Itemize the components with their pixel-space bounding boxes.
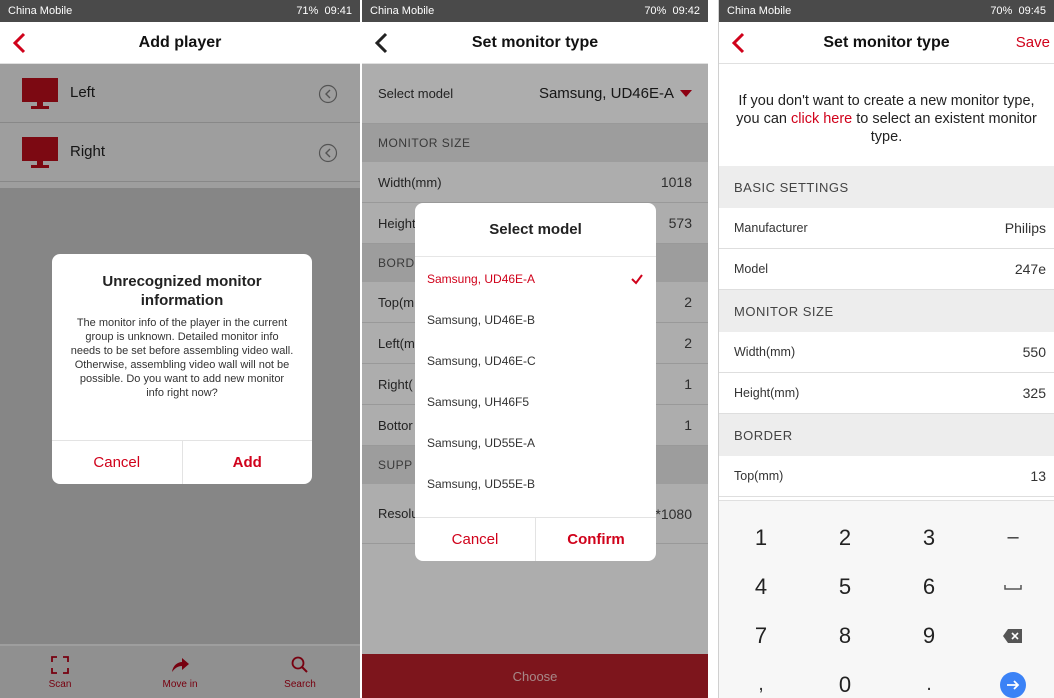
model-field[interactable]: 247e — [1015, 261, 1046, 277]
checkmark-icon — [631, 273, 643, 285]
page-title: Add player — [138, 33, 222, 51]
key-5[interactable]: 5 — [803, 562, 887, 611]
set-monitor-type-screen-select: China Mobile 70% 09:42 Set monitor type … — [362, 0, 708, 698]
back-button[interactable] — [6, 30, 32, 56]
monitor-settings-form: BASIC SETTINGS Manufacturer Philips Model… — [719, 166, 1054, 497]
width-field[interactable]: 550 — [1023, 344, 1046, 360]
carrier-label: China Mobile — [370, 5, 435, 17]
key-dot[interactable]: . — [887, 660, 971, 698]
dialog-title: Select model — [415, 203, 656, 257]
key-1[interactable]: 1 — [719, 513, 803, 562]
section-header: BASIC SETTINGS — [719, 166, 1054, 208]
row-label: Height(mm) — [734, 386, 800, 400]
key-2[interactable]: 2 — [803, 513, 887, 562]
model-option[interactable]: Samsung, UD55E-A — [415, 422, 656, 463]
row-label: Manufacturer — [734, 221, 808, 235]
space-bar-icon — [1004, 584, 1022, 590]
arrow-right-icon — [1007, 679, 1020, 690]
title-bar: Set monitor type Save — [719, 22, 1054, 64]
add-button[interactable]: Add — [183, 441, 313, 484]
model-option[interactable]: Samsung, UD46E-B — [415, 299, 656, 340]
key-9[interactable]: 9 — [887, 611, 971, 660]
height-field[interactable]: 325 — [1023, 385, 1046, 401]
row-label: Top(mm) — [734, 469, 784, 483]
model-option-list[interactable]: Samsung, UD46E-A Samsung, UD46E-B Samsun… — [415, 258, 656, 490]
enter-button[interactable] — [1000, 671, 1026, 698]
battery-label: 70% — [990, 5, 1013, 17]
row-label: Model — [734, 262, 769, 276]
manufacturer-row[interactable]: Manufacturer Philips — [719, 208, 1054, 249]
option-label: Samsung, UD55E-B — [427, 476, 536, 491]
key-backspace[interactable] — [971, 611, 1054, 660]
manufacturer-field[interactable]: Philips — [1005, 220, 1046, 236]
click-here-link[interactable]: click here — [791, 111, 852, 127]
carrier-label: China Mobile — [727, 5, 792, 17]
section-header: BORDER — [719, 414, 1054, 456]
top-row[interactable]: Top(mm) 13 — [719, 456, 1054, 497]
key-3[interactable]: 3 — [887, 513, 971, 562]
key-enter[interactable] — [971, 660, 1054, 698]
chevron-left-icon — [731, 32, 745, 54]
intro-text-end: to select an existent monitor type. — [852, 111, 1037, 145]
cancel-button[interactable]: Cancel — [415, 518, 535, 561]
title-bar: Add player — [0, 22, 360, 64]
status-bar: China Mobile 71% 09:41 — [0, 0, 360, 22]
backspace-icon — [1003, 628, 1022, 643]
status-bar: China Mobile 70% 09:45 — [719, 0, 1054, 22]
unrecognized-monitor-dialog: Unrecognized monitor information The mon… — [52, 254, 312, 484]
key-minus[interactable]: – — [971, 513, 1054, 562]
chevron-left-icon — [374, 32, 388, 54]
chevron-left-icon — [12, 32, 26, 54]
model-option[interactable]: Samsung, UD46E-A — [415, 258, 656, 299]
page-title: Set monitor type — [471, 33, 599, 51]
cancel-button[interactable]: Cancel — [52, 441, 182, 484]
confirm-button[interactable]: Confirm — [536, 518, 656, 561]
option-label: Samsung, UD46E-A — [427, 271, 536, 286]
option-label: Samsung, UD46E-C — [427, 353, 536, 368]
status-bar: China Mobile 70% 09:42 — [362, 0, 708, 22]
width-row[interactable]: Width(mm) 550 — [719, 332, 1054, 373]
key-space[interactable] — [971, 562, 1054, 611]
key-6[interactable]: 6 — [887, 562, 971, 611]
key-comma[interactable]: , — [719, 660, 803, 698]
select-model-dialog: Select model Samsung, UD46E-A Samsung, U… — [415, 203, 656, 561]
top-field[interactable]: 13 — [1030, 468, 1046, 484]
option-label: Samsung, UH46F5 — [427, 394, 530, 409]
intro-text: If you don't want to create a new monito… — [719, 64, 1054, 166]
page-title: Set monitor type — [823, 33, 950, 51]
key-7[interactable]: 7 — [719, 611, 803, 660]
title-bar: Set monitor type — [362, 22, 708, 64]
row-label: Width(mm) — [734, 345, 796, 359]
save-button[interactable]: Save — [1016, 34, 1050, 51]
key-8[interactable]: 8 — [803, 611, 887, 660]
key-4[interactable]: 4 — [719, 562, 803, 611]
numeric-keypad: 1 2 3 – 4 5 6 7 8 9 , 0 . — [719, 500, 1054, 698]
height-row[interactable]: Height(mm) 325 — [719, 373, 1054, 414]
set-monitor-type-screen-edit: China Mobile 70% 09:45 Set monitor type … — [718, 0, 1054, 698]
model-row[interactable]: Model 247e — [719, 249, 1054, 290]
dialog-message: The monitor info of the player in the cu… — [70, 317, 294, 399]
key-0[interactable]: 0 — [803, 660, 887, 698]
time-label: 09:42 — [672, 5, 700, 17]
model-option[interactable]: Samsung, UD46E-C — [415, 340, 656, 381]
model-option[interactable]: Samsung, UH46F5 — [415, 381, 656, 422]
time-label: 09:41 — [324, 5, 352, 17]
option-label: Samsung, UD46E-B — [427, 312, 536, 327]
battery-label: 70% — [644, 5, 667, 17]
dialog-title: Unrecognized monitor information — [102, 273, 262, 309]
time-label: 09:45 — [1018, 5, 1046, 17]
add-player-screen: China Mobile 71% 09:41 Add player Left R… — [0, 0, 360, 698]
carrier-label: China Mobile — [8, 5, 73, 17]
back-button[interactable] — [725, 30, 751, 56]
section-header: MONITOR SIZE — [719, 290, 1054, 332]
back-button[interactable] — [368, 30, 394, 56]
model-option[interactable]: Samsung, UD55E-B — [415, 463, 656, 491]
option-label: Samsung, UD55E-A — [427, 435, 536, 450]
battery-label: 71% — [296, 5, 319, 17]
